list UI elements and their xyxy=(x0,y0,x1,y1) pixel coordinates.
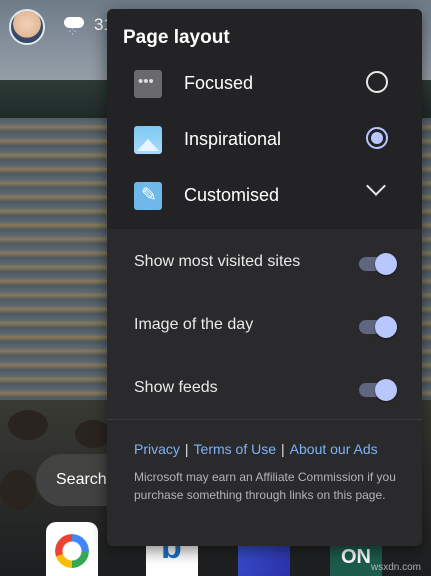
weather-widget[interactable]: 31 xyxy=(62,14,113,40)
focused-layout-icon xyxy=(134,70,162,98)
section-divider xyxy=(107,419,422,420)
terms-of-use-link[interactable]: Terms of Use xyxy=(194,441,276,457)
google-g-icon xyxy=(55,534,89,568)
privacy-link[interactable]: Privacy xyxy=(134,441,180,457)
show-feeds-toggle[interactable] xyxy=(359,379,397,401)
otter-shape xyxy=(8,410,48,440)
toggle-knob xyxy=(375,316,397,338)
google-app-icon[interactable] xyxy=(46,522,98,576)
toggle-knob xyxy=(375,253,397,275)
image-of-day-toggle[interactable] xyxy=(359,316,397,338)
layout-option-inspirational[interactable]: Inspirational xyxy=(107,113,422,169)
link-separator: | xyxy=(281,441,285,457)
toggle-knob xyxy=(375,379,397,401)
chevron-down-icon[interactable] xyxy=(366,176,386,196)
link-separator: | xyxy=(184,441,189,457)
most-visited-toggle[interactable] xyxy=(359,253,397,275)
toggle-label-image-of-day: Image of the day xyxy=(134,316,254,333)
page-layout-panel: Page layout Focused Inspirational Custom… xyxy=(107,9,422,546)
about-ads-link[interactable]: About our Ads xyxy=(290,441,378,457)
otter-shape xyxy=(0,470,36,510)
layout-label-inspirational: Inspirational xyxy=(184,129,282,149)
profile-avatar[interactable] xyxy=(9,9,45,45)
customised-layout-icon xyxy=(134,182,162,210)
radio-inspirational[interactable] xyxy=(366,127,388,149)
otter-shape xyxy=(75,420,111,448)
rain-cloud-icon xyxy=(62,14,86,40)
toggle-label-show-feeds: Show feeds xyxy=(134,379,218,396)
search-label: Search xyxy=(56,471,107,488)
radio-focused[interactable] xyxy=(366,71,388,93)
toggle-row-show-feeds: Show feeds xyxy=(107,367,422,411)
footer-links: Privacy | Terms of Use | About our Ads xyxy=(134,441,378,457)
on-app-label: ON xyxy=(341,546,371,568)
toggle-row-most-visited: Show most visited sites xyxy=(107,241,422,285)
layout-label-focused: Focused xyxy=(184,73,254,93)
inspirational-layout-icon xyxy=(134,126,162,154)
toggle-row-image-of-day: Image of the day xyxy=(107,304,422,348)
layout-option-customised[interactable]: Customised xyxy=(107,169,422,225)
layout-option-focused[interactable]: Focused xyxy=(107,57,422,113)
panel-title: Page layout xyxy=(123,27,230,48)
watermark: wsxdn.com xyxy=(370,562,421,573)
affiliate-disclaimer: Microsoft may earn an Affiliate Commissi… xyxy=(134,470,396,502)
toggle-label-most-visited: Show most visited sites xyxy=(134,253,301,270)
layout-label-customised: Customised xyxy=(184,185,280,205)
